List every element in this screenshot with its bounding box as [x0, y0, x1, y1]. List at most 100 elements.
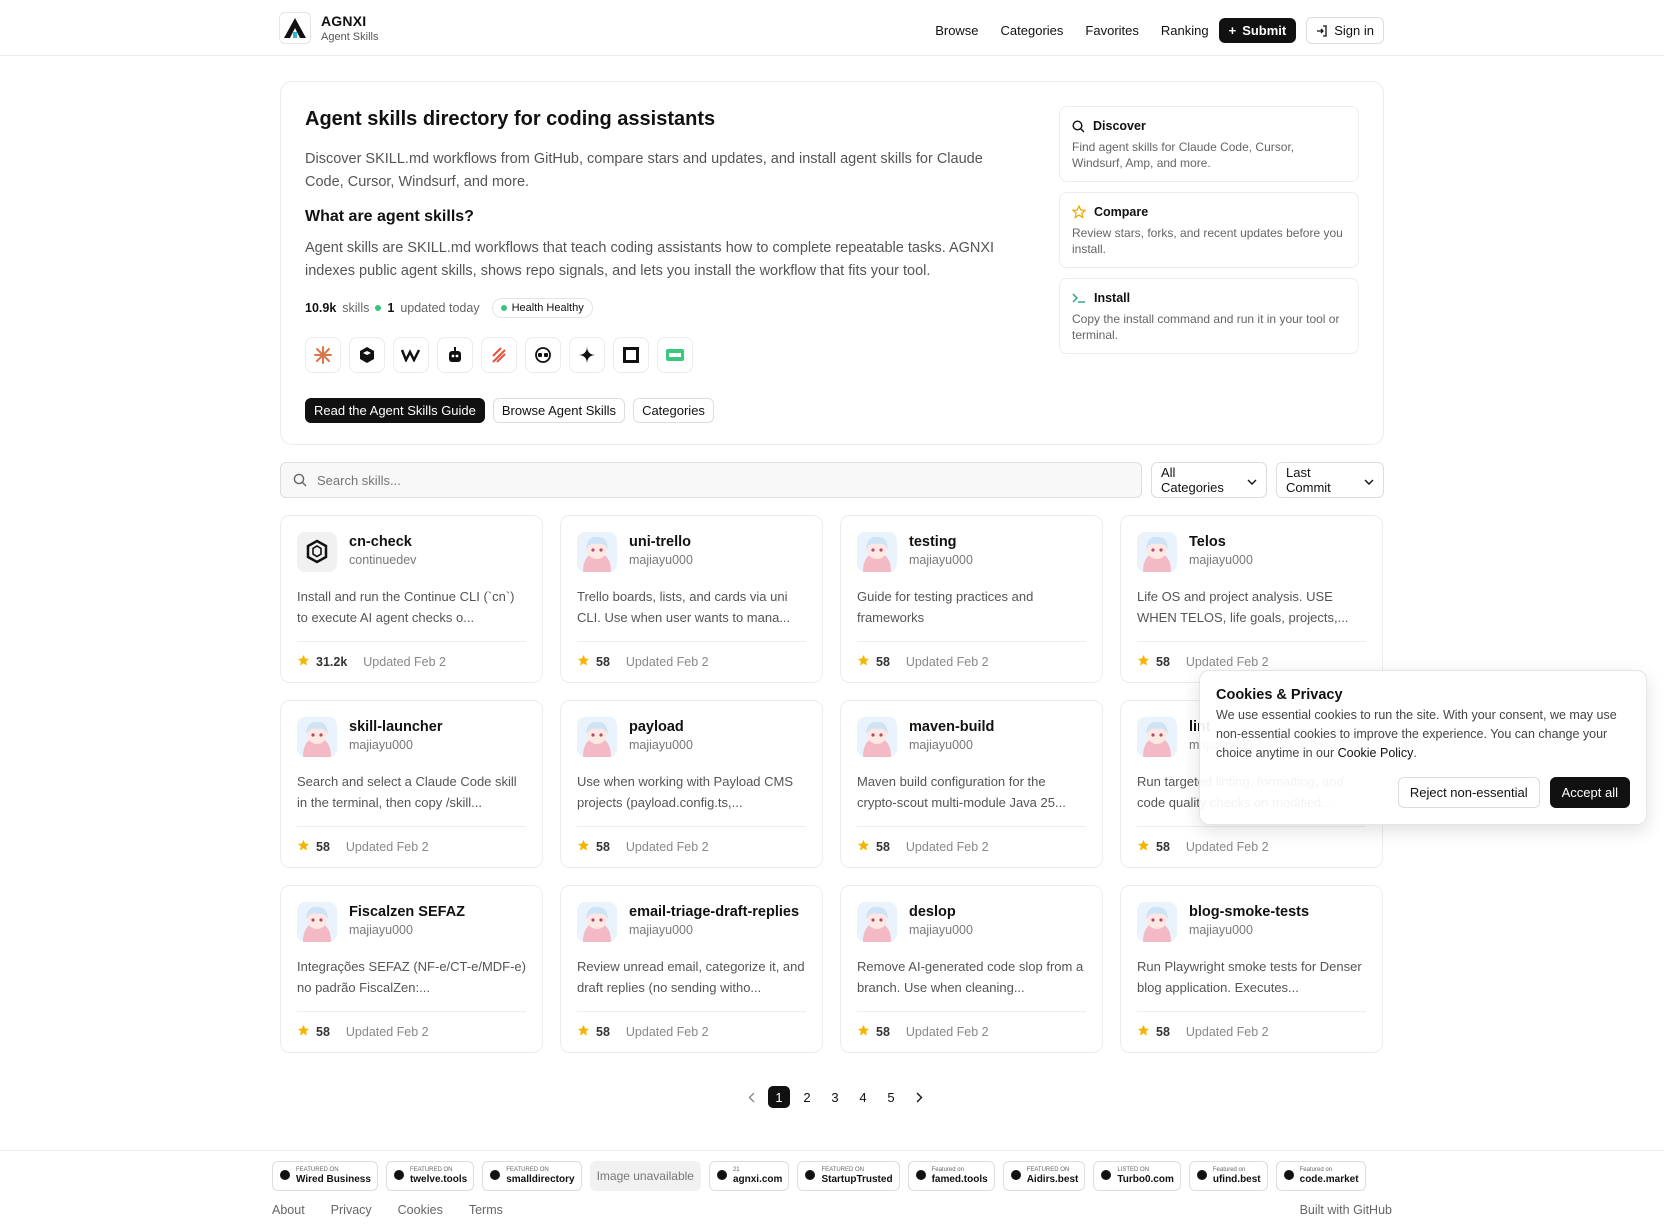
- pagination: 1 2 3 4 5: [740, 1086, 930, 1108]
- featured-badge[interactable]: Image unavailable: [589, 1161, 701, 1191]
- category-select[interactable]: All Categories: [1151, 462, 1267, 498]
- feature-desc: Copy the install command and run it in y…: [1072, 312, 1340, 342]
- skill-name: maven-build: [909, 719, 995, 735]
- skill-author: majiayu000: [629, 553, 693, 567]
- brand[interactable]: AGNXI Agent Skills: [279, 12, 378, 44]
- star-icon: [577, 654, 590, 670]
- star-icon: [857, 1024, 870, 1040]
- skill-card[interactable]: Fiscalzen SEFAZ majiayu000 Integrações SEF…: [280, 885, 543, 1053]
- featured-badge[interactable]: 21 agnxi.com: [708, 1161, 790, 1191]
- badge-main: famed.tools: [931, 1174, 988, 1185]
- updated-label: updated today: [400, 301, 480, 315]
- badge-main: Image unavailable: [596, 1169, 694, 1183]
- skill-card[interactable]: deslop majiayu000 Remove AI-generated code…: [840, 885, 1103, 1053]
- search-bar: [280, 462, 1142, 498]
- nav-categories[interactable]: Categories: [1001, 23, 1064, 38]
- browse-skills-button[interactable]: Browse Agent Skills: [492, 398, 626, 423]
- skill-stars: 58: [596, 1025, 610, 1039]
- feature-compare: Compare Review stars, forks, and recent …: [1059, 192, 1359, 268]
- hero-subtitle: What are agent skills?: [305, 208, 474, 225]
- cookie-text: We use essential cookies to run the site…: [1216, 708, 1617, 760]
- hero-description: Agent skills are SKILL.md workflows that…: [305, 240, 995, 279]
- badge-main: Aidirs.best: [1026, 1174, 1079, 1185]
- built-with-github-link[interactable]: Built with GitHub: [1300, 1203, 1392, 1217]
- brand-name: AGNXI: [321, 13, 367, 29]
- accept-cookies-button[interactable]: Accept all: [1549, 777, 1630, 808]
- badge-main: Wired Business: [296, 1174, 371, 1185]
- supported-tools: [305, 337, 693, 373]
- prev-page-icon[interactable]: [740, 1086, 762, 1108]
- reject-cookies-button[interactable]: Reject non-essential: [1397, 777, 1540, 808]
- skill-stars: 58: [596, 655, 610, 669]
- submit-button[interactable]: + Submit: [1218, 18, 1297, 43]
- nav-favorites[interactable]: Favorites: [1085, 23, 1138, 38]
- skill-card[interactable]: Telos majiayu000 Life OS and project analy…: [1120, 515, 1383, 683]
- featured-badge[interactable]: FEATURED ON twelve.tools: [385, 1161, 475, 1191]
- badge-main: ufind.best: [1212, 1174, 1261, 1185]
- page-5[interactable]: 5: [880, 1086, 902, 1108]
- sign-in-button[interactable]: Sign in: [1306, 17, 1384, 44]
- next-page-icon[interactable]: [908, 1086, 930, 1108]
- windsurf-icon[interactable]: [393, 337, 429, 373]
- skill-updated: Updated Feb 2: [625, 655, 709, 669]
- cookie-policy-link[interactable]: Cookie Policy: [1338, 746, 1414, 760]
- featured-badge[interactable]: FEATURED ON Aidirs.best: [1002, 1161, 1086, 1191]
- skill-card[interactable]: blog-smoke-tests majiayu000 Run Playwright…: [1120, 885, 1383, 1053]
- page-4[interactable]: 4: [852, 1086, 874, 1108]
- amp-icon[interactable]: [481, 337, 517, 373]
- search-input[interactable]: [317, 472, 1097, 488]
- badge-icon: [393, 1169, 405, 1184]
- feature-title: Install: [1094, 291, 1131, 305]
- badge-top: Featured on: [931, 1167, 964, 1173]
- skill-updated: Updated Feb 2: [625, 840, 709, 854]
- skill-card[interactable]: email-triage-draft-replies majiayu000 Revi…: [560, 885, 823, 1053]
- skill-card[interactable]: payload majiayu000 Use when working with P…: [560, 700, 823, 868]
- featured-badge[interactable]: Featured on famed.tools: [907, 1161, 995, 1191]
- star-icon: [1137, 654, 1150, 670]
- categories-button[interactable]: Categories: [633, 398, 714, 423]
- featured-badge[interactable]: FEATURED ON smalldirectory: [482, 1161, 582, 1191]
- hero-intro: Discover SKILL.md workflows from GitHub,…: [305, 151, 983, 190]
- agnxi-logo: [279, 12, 311, 44]
- badge-icon: [915, 1169, 927, 1184]
- robot-icon[interactable]: [437, 337, 473, 373]
- terminal-tool-icon[interactable]: [657, 337, 693, 373]
- footer-terms-link[interactable]: Terms: [469, 1203, 503, 1217]
- skill-card[interactable]: uni-trello majiayu000 Trello boards, lists…: [560, 515, 823, 683]
- featured-badge[interactable]: Featured on ufind.best: [1188, 1161, 1268, 1191]
- skill-author: continuedev: [349, 553, 417, 567]
- badge-top: LISTED ON: [1117, 1167, 1150, 1173]
- claude-icon[interactable]: [305, 337, 341, 373]
- skill-card[interactable]: cn-check continuedev Install and run the C…: [280, 515, 543, 683]
- page-1[interactable]: 1: [768, 1086, 790, 1108]
- feature-discover: Discover Find agent skills for Claude Co…: [1059, 106, 1359, 182]
- star-icon: [297, 654, 310, 670]
- square-tool-icon[interactable]: [613, 337, 649, 373]
- skill-card[interactable]: maven-build majiayu000 Maven build configu…: [840, 700, 1103, 868]
- footer-about-link[interactable]: About: [272, 1203, 305, 1217]
- badge-icon: [279, 1169, 291, 1184]
- gemini-icon[interactable]: [569, 337, 605, 373]
- sort-select[interactable]: Last Commit: [1276, 462, 1384, 498]
- nav-ranking[interactable]: Ranking: [1161, 23, 1209, 38]
- page-3[interactable]: 3: [824, 1086, 846, 1108]
- skill-author: majiayu000: [909, 923, 973, 937]
- page-2[interactable]: 2: [796, 1086, 818, 1108]
- cookie-title: Cookies & Privacy: [1216, 687, 1343, 703]
- skill-card[interactable]: testing majiayu000 Guide for testing pract…: [840, 515, 1103, 683]
- featured-badge[interactable]: LISTED ON Turbo0.com: [1093, 1161, 1181, 1191]
- cursor-icon[interactable]: [349, 337, 385, 373]
- badge-main: code.market: [1299, 1174, 1359, 1185]
- featured-badge[interactable]: Featured on code.market: [1275, 1161, 1366, 1191]
- read-guide-button[interactable]: Read the Agent Skills Guide: [305, 398, 485, 423]
- star-icon: [857, 654, 870, 670]
- skill-author: majiayu000: [909, 553, 973, 567]
- nav-browse[interactable]: Browse: [935, 23, 978, 38]
- skill-card[interactable]: skill-launcher majiayu000 Search and selec…: [280, 700, 543, 868]
- featured-badge[interactable]: FEATURED ON StartupTrusted: [797, 1161, 900, 1191]
- copilot-icon[interactable]: [525, 337, 561, 373]
- footer-cookies-link[interactable]: Cookies: [398, 1203, 443, 1217]
- featured-badge[interactable]: FEATURED ON Wired Business: [272, 1161, 378, 1191]
- skill-name: payload: [629, 719, 684, 735]
- footer-privacy-link[interactable]: Privacy: [331, 1203, 372, 1217]
